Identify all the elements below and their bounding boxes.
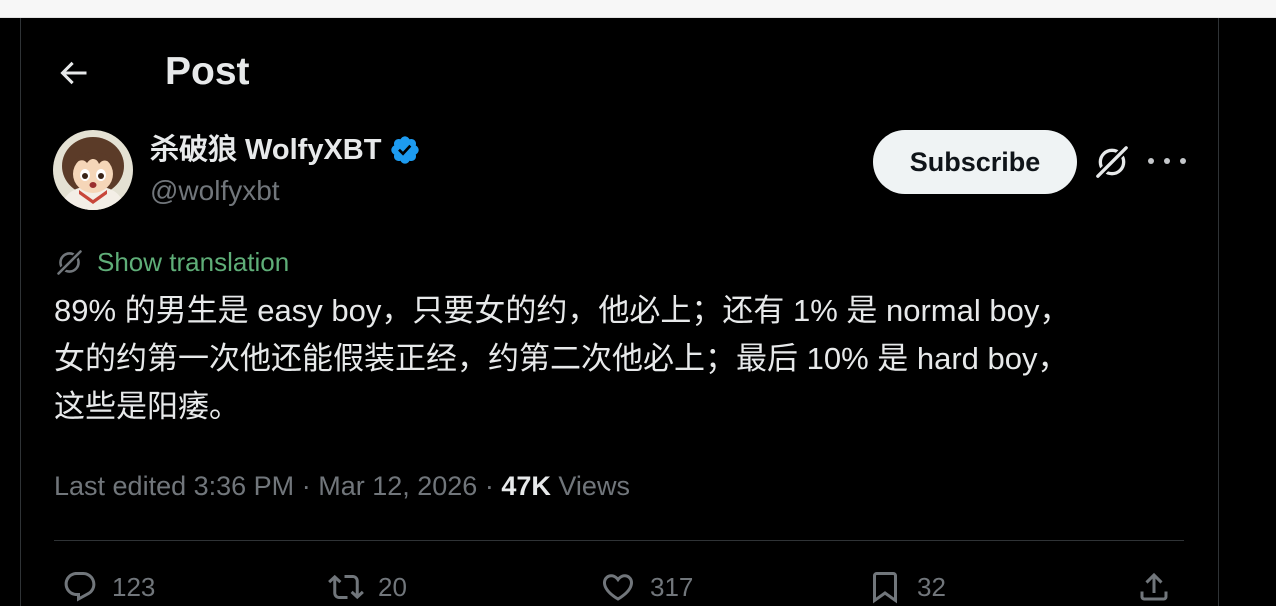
reply-icon xyxy=(64,572,96,602)
reply-button[interactable]: 123 xyxy=(62,569,155,605)
bookmark-count: 32 xyxy=(917,572,946,602)
bookmark-button[interactable]: 32 xyxy=(867,569,946,605)
author-handle[interactable]: @wolfyxbt xyxy=(150,173,280,209)
bookmark-icon xyxy=(873,572,897,604)
repost-button[interactable]: 20 xyxy=(328,569,407,605)
post-text-line: 女的约第一次他还能假装正经，约第二次他必上；最后 10% 是 hard boy， xyxy=(54,341,1069,376)
post-time[interactable]: 3:36 PM xyxy=(194,471,295,501)
repost-count: 20 xyxy=(378,572,407,602)
post-text-line: 这些是阳痿。 xyxy=(54,389,240,424)
post-meta: Last edited 3:36 PM · Mar 12, 2026 · 47K… xyxy=(54,468,630,504)
column-right-border xyxy=(1218,18,1219,606)
more-icon-dot xyxy=(1180,158,1186,164)
repost-icon xyxy=(328,574,364,600)
like-icon xyxy=(602,574,634,601)
avatar-image xyxy=(53,130,133,210)
browser-top-strip xyxy=(0,0,1276,18)
edited-label[interactable]: Last edited xyxy=(54,471,186,501)
views-count: 47K xyxy=(501,471,551,501)
subscribe-button[interactable]: Subscribe xyxy=(873,130,1077,194)
verified-badge-icon[interactable] xyxy=(389,134,421,166)
author-name-row: 杀破狼 WolfyXBT xyxy=(150,132,421,168)
share-button[interactable] xyxy=(1136,569,1172,605)
translate-icon xyxy=(54,247,85,278)
more-button[interactable] xyxy=(1148,146,1186,176)
meta-separator: · xyxy=(301,471,311,501)
page-title: Post xyxy=(165,50,250,93)
more-icon-dot xyxy=(1164,158,1170,164)
arrow-left-icon xyxy=(60,61,87,85)
author-name[interactable]: 杀破狼 WolfyXBT xyxy=(150,132,381,168)
back-button[interactable] xyxy=(55,55,91,91)
views-label: Views xyxy=(558,471,630,501)
like-count: 317 xyxy=(650,572,694,602)
grok-icon xyxy=(1095,145,1129,179)
post-date[interactable]: Mar 12, 2026 xyxy=(318,471,477,501)
divider xyxy=(54,540,1184,541)
meta-separator: · xyxy=(484,471,494,501)
more-icon-dot xyxy=(1148,158,1154,164)
post-text-line: 89% 的男生是 easy boy，只要女的约，他必上；还有 1% 是 norm… xyxy=(54,293,1071,328)
share-icon xyxy=(1140,572,1168,601)
grok-button[interactable] xyxy=(1092,142,1132,182)
avatar[interactable] xyxy=(53,130,133,210)
reply-count: 123 xyxy=(112,572,156,602)
column-left-border xyxy=(20,18,21,606)
like-button[interactable]: 317 xyxy=(600,569,693,605)
show-translation-link[interactable]: Show translation xyxy=(97,246,289,278)
post-text: 89% 的男生是 easy boy，只要女的约，他必上；还有 1% 是 norm… xyxy=(54,287,1214,431)
